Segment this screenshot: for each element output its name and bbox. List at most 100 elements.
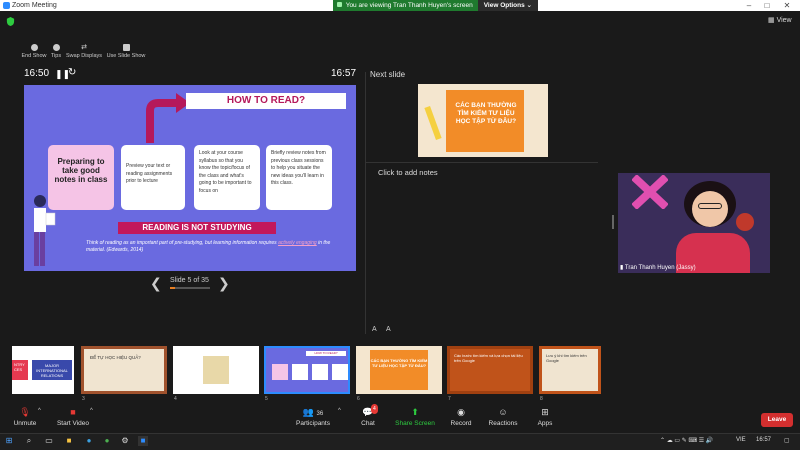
quote-link: actively engaging <box>278 240 317 246</box>
thumbnail-slide-5-current[interactable]: HOW TO READ? <box>264 346 350 394</box>
settings-icon[interactable]: ⚙ <box>120 436 130 446</box>
windows-start-icon[interactable]: ⊞ <box>4 436 14 446</box>
thumbnail-slide-7[interactable]: Các bước tìm kiếm và lựa chọn tài liệu t… <box>447 346 533 394</box>
pencil-icon <box>424 105 442 141</box>
system-tray-icons[interactable]: ⌃ ☁ ▭ ✎ ⌨ ☰ 🔊 <box>660 437 713 444</box>
thumbnail-slide-2[interactable]: NTRY CES MAJOR INTERNATIONAL RELATIONS <box>12 346 74 394</box>
next-slide-preview[interactable]: CÁC BẠN THƯỜNG TÌM KIẾM TƯ LIỆU HỌC TẬP … <box>418 84 548 157</box>
next-slide-text: CÁC BẠN THƯỜNG TÌM KIẾM TƯ LIỆU HỌC TẬP … <box>455 102 517 126</box>
slide-card-review: Briefly review notes from previous class… <box>266 145 332 210</box>
taskbar-clock[interactable]: 16:57 <box>756 437 771 443</box>
shield-small-icon <box>337 2 342 7</box>
apps-icon: ⊞ <box>541 407 549 417</box>
slide-counter: Slide 5 of 35 <box>170 277 209 284</box>
close-button[interactable]: ✕ <box>780 0 794 11</box>
chat-icon: 💬 4 <box>362 404 378 417</box>
thumbnail-slide-4[interactable] <box>173 346 259 394</box>
arrow-graphic-icon <box>146 93 190 143</box>
file-explorer-icon[interactable]: ■ <box>64 436 74 446</box>
slide-title: HOW TO READ? <box>186 93 346 109</box>
glasses-icon <box>698 203 722 209</box>
slide-quote: Think of reading as an important part of… <box>86 240 336 254</box>
slide-progress-bar <box>170 287 210 289</box>
participant-video[interactable] <box>618 173 770 273</box>
thumb-6-text: CÁC BẠN THƯỜNG TÌM KIẾM TƯ LIỆU HỌC TẬP … <box>370 350 428 390</box>
slide-progress-fill <box>170 287 175 289</box>
swap-displays-label: Swap Displays <box>65 53 103 59</box>
chat-button[interactable]: 💬 4 Chat <box>343 404 393 427</box>
prev-slide-button[interactable]: ❮ <box>150 275 162 292</box>
clock-time: 16:57 <box>331 68 357 79</box>
audio-options-chevron-icon[interactable]: ^ <box>38 408 41 414</box>
thumbnail-slide-8[interactable]: Lưu ý khi tìm kiếm trên Google <box>539 346 601 394</box>
participants-button[interactable]: 👥 36 Participants <box>288 407 338 427</box>
thumb-5-card3 <box>312 364 328 380</box>
tips-label: Tips <box>50 53 62 59</box>
reactions-label: Reactions <box>488 420 518 427</box>
panel-resize-handle[interactable] <box>612 215 614 229</box>
security-shield-icon[interactable] <box>6 17 15 26</box>
use-slide-show-label: Use Slide Show <box>106 53 146 59</box>
slide-banner: READING IS NOT STUDYING <box>118 222 276 234</box>
thumbnail-slide-3[interactable]: ĐỂ TỰ HỌC HIỆU QUẢ? <box>81 346 167 394</box>
view-button-label: View <box>776 17 792 24</box>
video-options-chevron-icon[interactable]: ^ <box>90 408 93 414</box>
language-indicator[interactable]: VIE <box>736 437 746 443</box>
thumb-2-text: MAJOR INTERNATIONAL RELATIONS <box>32 360 72 380</box>
thumb-2-red: NTRY CES <box>12 360 28 380</box>
next-slide-button[interactable]: ❯ <box>218 275 230 292</box>
x-decoration-icon <box>632 175 668 209</box>
minimize-button[interactable]: – <box>742 0 756 11</box>
thumb-4-diagram <box>203 356 229 384</box>
notification-icon[interactable]: ▢ <box>784 437 790 444</box>
apps-button[interactable]: ⊞ Apps <box>520 407 570 427</box>
view-button[interactable]: ▦ View <box>768 16 792 24</box>
edge-icon[interactable]: ● <box>84 436 94 446</box>
share-screen-button[interactable]: ⬆ Share Screen <box>390 407 440 427</box>
decrease-font-button[interactable]: A <box>386 326 391 333</box>
task-view-icon[interactable]: ▭ <box>44 436 54 446</box>
slideshow-icon <box>122 44 130 51</box>
grid-icon: ▦ <box>768 17 777 24</box>
window-title: Zoom Meeting <box>12 2 57 9</box>
participants-chevron-icon[interactable]: ^ <box>338 408 341 414</box>
view-options-button[interactable]: View Options ⌄ <box>477 0 538 11</box>
thumb-3-text: ĐỂ TỰ HỌC HIỆU QUẢ? <box>90 355 141 360</box>
share-screen-label: Share Screen <box>395 420 435 427</box>
thumbnail-slide-6[interactable]: CÁC BẠN THƯỜNG TÌM KIẾM TƯ LIỆU HỌC TẬP … <box>356 346 442 394</box>
elapsed-timer: 16:50 <box>24 68 50 79</box>
zoom-logo-icon <box>3 2 10 9</box>
participant-name-tag: ▮ Tran Thanh Huyen (Jassy) <box>620 264 696 271</box>
increase-font-button[interactable]: A <box>372 326 377 333</box>
use-slide-show-button[interactable]: Use Slide Show <box>106 44 146 59</box>
thumb-5-card2 <box>292 364 308 380</box>
person-illustration-icon <box>34 195 56 266</box>
maximize-button[interactable]: □ <box>760 0 774 11</box>
participants-icon: 👥 36 <box>302 407 324 417</box>
viewing-banner-text: You are viewing Tran Thanh Huyen's scree… <box>345 2 473 9</box>
thumb-5-card4 <box>332 364 348 380</box>
leave-button[interactable]: Leave <box>761 413 793 427</box>
search-icon[interactable]: ⌕ <box>24 436 34 446</box>
participants-label: Participants <box>296 420 330 427</box>
participants-count: 36 <box>316 411 324 417</box>
current-slide[interactable]: HOW TO READ? Preparing to take good note… <box>24 85 356 271</box>
swap-displays-button[interactable]: ⇄ Swap Displays <box>64 44 104 59</box>
slide-card-prepare: Preparing to take good notes in class <box>48 145 114 210</box>
chrome-icon[interactable]: ● <box>102 436 112 446</box>
slide-card-preview: Preview your text or reading assignments… <box>121 145 185 210</box>
viewing-banner: You are viewing Tran Thanh Huyen's scree… <box>333 0 538 11</box>
share-screen-icon: ⬆ <box>411 407 419 417</box>
mic-muted-icon: 🎙 <box>19 407 31 417</box>
apps-label: Apps <box>537 420 553 427</box>
unmute-button[interactable]: 🎙 Unmute <box>0 407 50 427</box>
zoom-taskbar-icon[interactable]: ■ <box>138 436 148 446</box>
record-label: Record <box>450 420 472 427</box>
thumb-8-text: Lưu ý khi tìm kiếm trên Google <box>546 353 587 363</box>
quote-part-a: Think of reading as an important part of… <box>86 240 279 246</box>
face-shape <box>692 191 728 227</box>
restart-icon[interactable]: ↻ <box>68 67 76 78</box>
thumb-7-text: Các bước tìm kiếm và lựa chọn tài liệu t… <box>454 353 523 363</box>
next-slide-label: Next slide <box>370 70 406 79</box>
notes-area[interactable]: Click to add notes <box>378 168 438 177</box>
